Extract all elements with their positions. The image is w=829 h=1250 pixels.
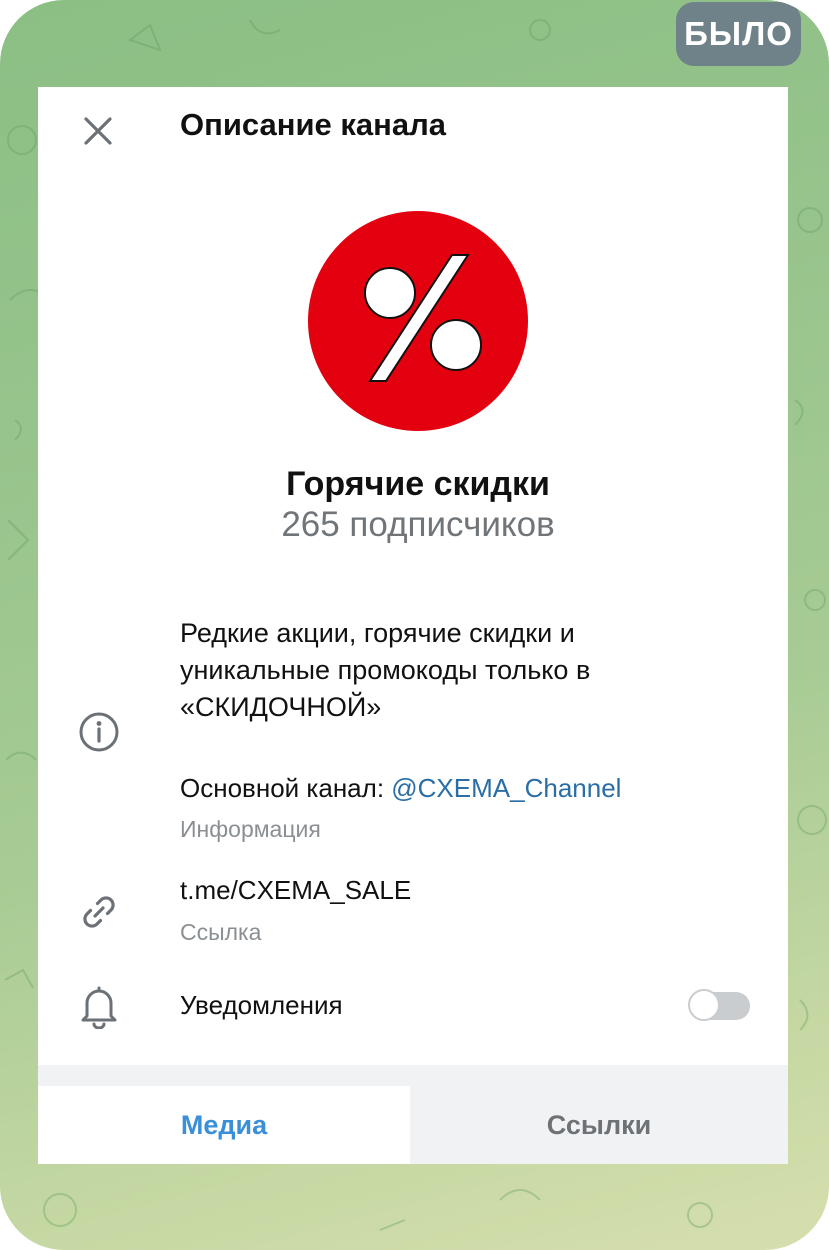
channel-name: Горячие скидки [286, 465, 550, 503]
toggle-knob [688, 989, 720, 1021]
subscriber-count: 265 подписчиков [281, 505, 555, 544]
before-badge: БЫЛО [676, 2, 801, 66]
main-channel-mention[interactable]: @CXEMA_Channel [391, 773, 621, 803]
notifications-label: Уведомления [180, 990, 343, 1020]
bell-icon [81, 986, 117, 1029]
info-label: Информация [180, 816, 321, 842]
channel-info-panel: Описание канала Горячие скидки 265 подпи… [38, 87, 788, 1164]
notifications-toggle[interactable] [688, 989, 750, 1021]
link-icon [83, 896, 115, 928]
description-line: «СКИДОЧНОЙ» [180, 692, 382, 722]
description-line: уникальные промокоды только в [180, 655, 591, 685]
channel-avatar[interactable] [308, 211, 528, 431]
main-channel-prefix: Основной канал: [180, 773, 392, 803]
page-title: Описание канала [180, 107, 447, 142]
channel-link[interactable]: t.me/CXEMA_SALE [180, 875, 411, 906]
info-icon [79, 712, 119, 752]
close-button[interactable] [76, 109, 120, 153]
close-icon [84, 117, 112, 145]
channel-description: Редкие акции, горячие скидки и уникальны… [180, 615, 740, 726]
tab-links[interactable]: Ссылки [410, 1086, 788, 1164]
description-line: Редкие акции, горячие скидки и [180, 618, 575, 648]
chat-background: БЫЛО Описание канала Горячие скидки 265 … [0, 0, 829, 1250]
link-label: Ссылка [180, 919, 262, 945]
tab-media[interactable]: Медиа [38, 1086, 410, 1164]
main-channel-line: Основной канал: @CXEMA_Channel [180, 773, 621, 804]
